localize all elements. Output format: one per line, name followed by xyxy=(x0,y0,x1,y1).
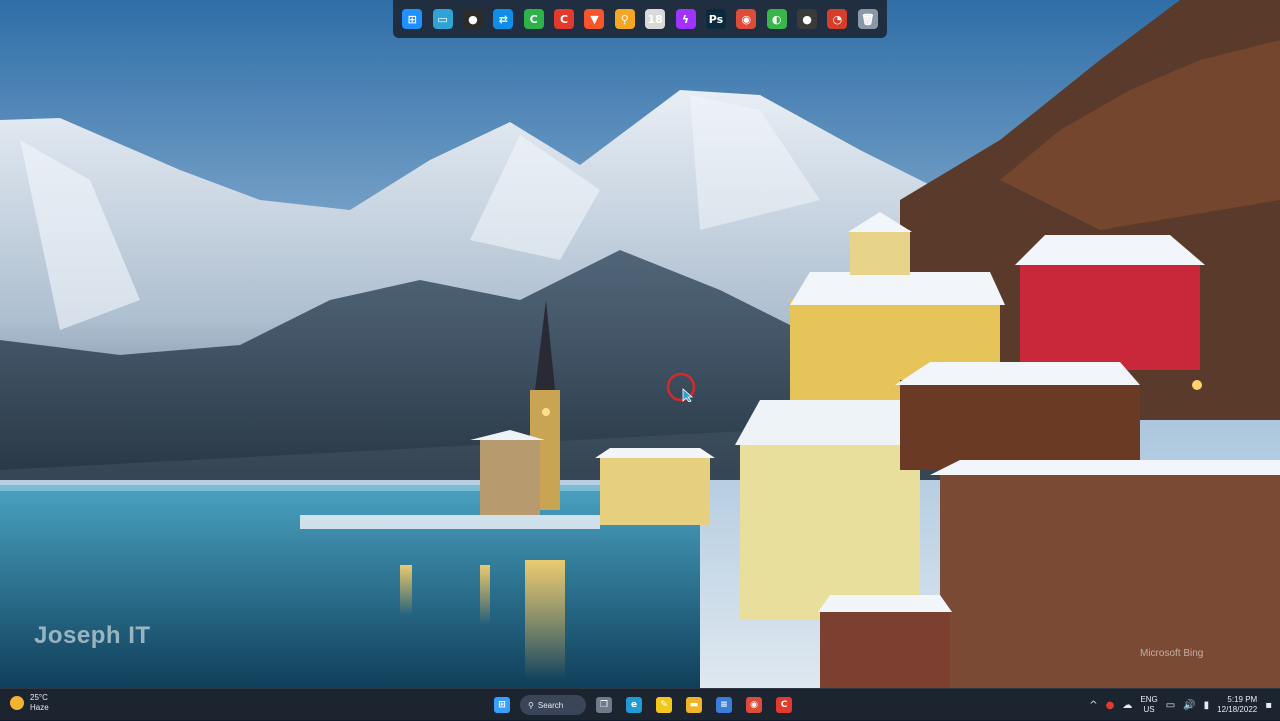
onedrive-icon[interactable]: ☁ xyxy=(1122,700,1132,711)
notification-icon[interactable]: ▪ xyxy=(1265,700,1272,711)
weather-condition: Haze xyxy=(30,703,49,712)
taskbar-app-camtasia[interactable]: C xyxy=(772,693,796,717)
photoshop-icon: Ps xyxy=(705,9,726,29)
sticky-notes-icon: ✎ xyxy=(656,697,672,713)
camtasia-red-icon: C xyxy=(554,9,575,29)
taskbar-app-edge[interactable]: e xyxy=(622,693,646,717)
dock-item-recycle-bin[interactable]: 🗑 xyxy=(853,4,883,34)
dock-item-camtasia-green[interactable]: C xyxy=(519,4,549,34)
brave-icon: ▼ xyxy=(584,9,605,29)
windows-start-icon: ⊞ xyxy=(402,9,423,29)
dock-item-messenger[interactable]: ϟ xyxy=(670,4,700,34)
app-dock: ⊞ ▭ ● ⇄ C C ▼ ⚲ 18 ϟ Ps ◉ ◐ ● ◔ 🗑 xyxy=(393,0,887,38)
ccleaner-icon: ◔ xyxy=(827,9,848,29)
language-code: ENG xyxy=(1140,695,1158,704)
search-label: Search xyxy=(537,700,564,710)
camtasia-green-icon: C xyxy=(523,9,544,29)
keyboard-layout: US xyxy=(1143,705,1155,714)
mouse-cursor-icon xyxy=(666,372,696,402)
app-tray-icon[interactable]: ● xyxy=(1106,700,1115,711)
search-tool-icon: ⚲ xyxy=(614,9,635,29)
network-icon[interactable]: ▭ xyxy=(1166,700,1175,711)
messenger-icon: ϟ xyxy=(675,9,696,29)
taskbar-center: ⊞ ⚲ Search ❐ e ✎ ▬ ≡ ◉ C xyxy=(490,693,796,717)
dock-item-chrome[interactable]: ◉ xyxy=(731,4,761,34)
dock-item-desktop[interactable]: ▭ xyxy=(427,4,457,34)
bing-credit: Microsoft Bing xyxy=(1140,648,1204,659)
clock-time: 5:19 PM xyxy=(1227,695,1258,704)
teamviewer-icon: ⇄ xyxy=(493,9,514,29)
dock-item-photoshop[interactable]: Ps xyxy=(701,4,731,34)
dock-item-obs-dark[interactable]: ● xyxy=(792,4,822,34)
start-button[interactable]: ⊞ xyxy=(490,693,514,717)
chrome-icon: ◉ xyxy=(746,697,762,713)
file-explorer-icon: ▬ xyxy=(686,697,702,713)
taskbar-app-chrome[interactable]: ◉ xyxy=(742,693,766,717)
dock-item-obs[interactable]: ● xyxy=(458,4,488,34)
weather-temperature: 25°C xyxy=(30,693,48,702)
windows-start-icon: ⊞ xyxy=(494,697,510,713)
taskbar-search-button[interactable]: ⚲ Search xyxy=(520,695,586,715)
obs-dark-icon: ● xyxy=(797,9,818,29)
show-hidden-icons-chevron-icon[interactable]: ^ xyxy=(1089,700,1097,711)
dock-item-search-tool[interactable]: ⚲ xyxy=(610,4,640,34)
dock-item-windows-start[interactable]: ⊞ xyxy=(397,4,427,34)
desktop-wallpaper: Joseph IT Microsoft Bing xyxy=(0,0,1280,688)
dock-item-ccleaner[interactable]: ◔ xyxy=(822,4,852,34)
weather-haze-icon xyxy=(10,696,24,710)
dock-item-network-globe[interactable]: ◐ xyxy=(762,4,792,34)
obs-icon: ● xyxy=(462,9,483,29)
recycle-bin-icon: 🗑 xyxy=(857,9,878,29)
taskbar-app-sticky-notes[interactable]: ✎ xyxy=(652,693,676,717)
volume-icon[interactable]: 🔊 xyxy=(1183,700,1195,711)
weather-widget[interactable]: 25°C Haze xyxy=(10,693,49,713)
dock-item-brave[interactable]: ▼ xyxy=(579,4,609,34)
desktop-icon: ▭ xyxy=(432,9,453,29)
watermark-text: Joseph IT xyxy=(34,622,151,649)
calendar-icon: 18 xyxy=(645,9,666,29)
edge-icon: e xyxy=(626,697,642,713)
taskbar-app-task-view[interactable]: ❐ xyxy=(592,693,616,717)
chrome-icon: ◉ xyxy=(736,9,757,29)
system-tray: ^ ● ☁ ENG US ▭ 🔊 ▮ 5:19 PM 12/18/2022 ▪ xyxy=(1089,689,1272,721)
notepad-icon: ≡ xyxy=(716,697,732,713)
clock[interactable]: 5:19 PM 12/18/2022 xyxy=(1217,695,1257,715)
task-view-icon: ❐ xyxy=(596,697,612,713)
network-globe-icon: ◐ xyxy=(766,9,787,29)
dock-item-camtasia-red[interactable]: C xyxy=(549,4,579,34)
taskbar: 25°C Haze ⊞ ⚲ Search ❐ e ✎ ▬ ≡ ◉ C ^ ● ☁ ENG U… xyxy=(0,688,1280,720)
taskbar-app-notepad[interactable]: ≡ xyxy=(712,693,736,717)
dock-item-teamviewer[interactable]: ⇄ xyxy=(488,4,518,34)
search-icon: ⚲ xyxy=(528,700,534,710)
camtasia-icon: C xyxy=(776,697,792,713)
battery-icon[interactable]: ▮ xyxy=(1204,700,1210,711)
clock-date: 12/18/2022 xyxy=(1217,705,1258,714)
taskbar-app-file-explorer[interactable]: ▬ xyxy=(682,693,706,717)
dock-item-calendar[interactable]: 18 xyxy=(640,4,670,34)
language-switcher[interactable]: ENG US xyxy=(1140,695,1157,715)
